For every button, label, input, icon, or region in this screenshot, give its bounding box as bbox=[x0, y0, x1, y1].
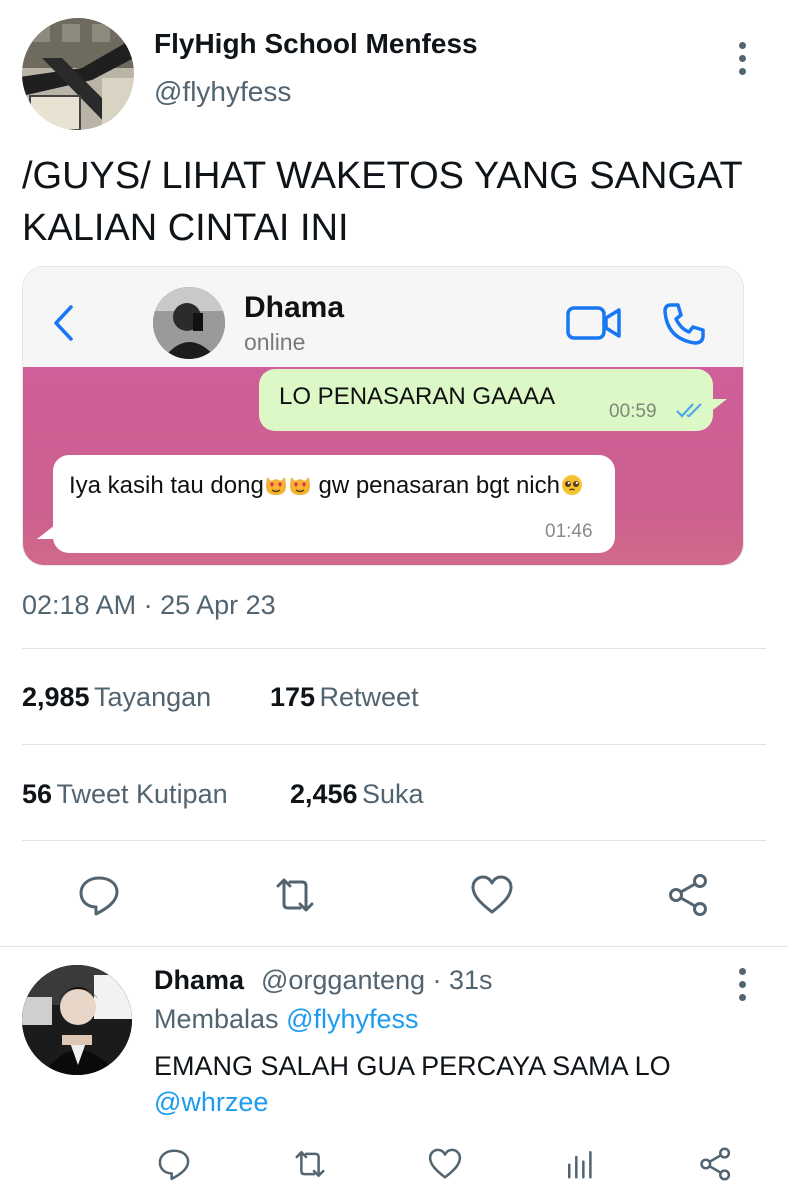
contact-status: online bbox=[244, 329, 306, 355]
quotes-stat[interactable]: 56 Tweet Kutipan bbox=[22, 779, 228, 810]
reply-icon[interactable] bbox=[76, 872, 122, 918]
quotes-label: Tweet Kutipan bbox=[56, 779, 228, 809]
replying-to: Membalas @flyhyfess bbox=[154, 1004, 419, 1035]
bubble-tail bbox=[709, 399, 727, 413]
share-icon[interactable] bbox=[666, 872, 712, 918]
phone-icon bbox=[661, 301, 707, 352]
reply-icon[interactable] bbox=[156, 1146, 192, 1187]
tweet-timestamp[interactable]: 02:18 AM · 25 Apr 23 bbox=[22, 590, 276, 621]
outgoing-message-bubble: LO PENASARAN GAAAA 00:59 bbox=[259, 369, 713, 431]
replying-to-link[interactable]: @flyhyfess bbox=[286, 1004, 418, 1034]
retweet-icon[interactable] bbox=[272, 872, 318, 918]
contact-avatar bbox=[153, 287, 225, 359]
divider bbox=[0, 946, 788, 947]
author-avatar[interactable] bbox=[22, 18, 134, 130]
tweet-text: /GUYS/ LIHAT WAKETOS YANG SANGAT KALIAN … bbox=[22, 155, 743, 249]
views-stat: 2,985 Tayangan bbox=[22, 682, 211, 713]
quotes-count: 56 bbox=[22, 779, 53, 809]
like-icon[interactable] bbox=[427, 1146, 463, 1187]
tweet-media-image[interactable]: Dhama online LO PENASARAN GAAAA 00:59 Iy… bbox=[22, 266, 744, 566]
likes-stat[interactable]: 2,456 Suka bbox=[290, 779, 424, 810]
replying-label: Membalas bbox=[154, 1004, 279, 1034]
pleading-face-emoji bbox=[560, 473, 584, 497]
retweets-stat[interactable]: 175 Retweet bbox=[270, 682, 419, 713]
views-count: 2,985 bbox=[22, 682, 90, 712]
divider bbox=[22, 840, 766, 841]
incoming-message-time: 01:46 bbox=[545, 521, 593, 542]
author-handle[interactable]: @flyhyfess bbox=[154, 76, 291, 108]
outgoing-message-time: 00:59 bbox=[609, 401, 657, 422]
more-vertical-icon[interactable] bbox=[737, 968, 747, 1001]
outgoing-message-text: LO PENASARAN GAAAA bbox=[279, 383, 556, 410]
reply-author-meta[interactable]: @orgganteng · 31s bbox=[261, 965, 493, 996]
views-label: Tayangan bbox=[94, 682, 212, 712]
double-check-icon bbox=[675, 401, 707, 424]
reply-author-name[interactable]: Dhama bbox=[154, 965, 244, 996]
contact-name: Dhama bbox=[244, 291, 345, 324]
share-icon[interactable] bbox=[698, 1146, 734, 1187]
like-icon[interactable] bbox=[469, 872, 515, 918]
reply-author-avatar[interactable] bbox=[22, 965, 132, 1075]
retweet-icon[interactable] bbox=[292, 1146, 328, 1187]
analytics-icon[interactable] bbox=[563, 1146, 599, 1187]
bubble-tail bbox=[37, 525, 55, 539]
incoming-message-text: Iya kasih tau dong gw penasaran bgt nich bbox=[69, 469, 589, 502]
back-chevron-icon bbox=[51, 303, 75, 348]
heart-eyes-cat-emoji bbox=[264, 473, 288, 497]
divider bbox=[22, 744, 766, 745]
likes-label: Suka bbox=[362, 779, 424, 809]
reply-text-body: EMANG SALAH GUA PERCAYA SAMA LO bbox=[154, 1051, 671, 1081]
more-vertical-icon[interactable] bbox=[737, 42, 747, 75]
reply-text: EMANG SALAH GUA PERCAYA SAMA LO @whrzee bbox=[154, 1048, 754, 1120]
reply-mention-link[interactable]: @whrzee bbox=[154, 1084, 754, 1120]
heart-eyes-cat-emoji bbox=[288, 473, 312, 497]
retweets-count: 175 bbox=[270, 682, 316, 712]
author-name[interactable]: FlyHigh School Menfess bbox=[154, 28, 478, 60]
incoming-message-bubble: Iya kasih tau dong gw penasaran bgt nich… bbox=[53, 455, 615, 553]
likes-count: 2,456 bbox=[290, 779, 358, 809]
video-call-icon bbox=[566, 303, 622, 348]
retweets-label: Retweet bbox=[319, 682, 419, 712]
divider bbox=[22, 648, 766, 649]
chat-header: Dhama online bbox=[23, 267, 743, 367]
